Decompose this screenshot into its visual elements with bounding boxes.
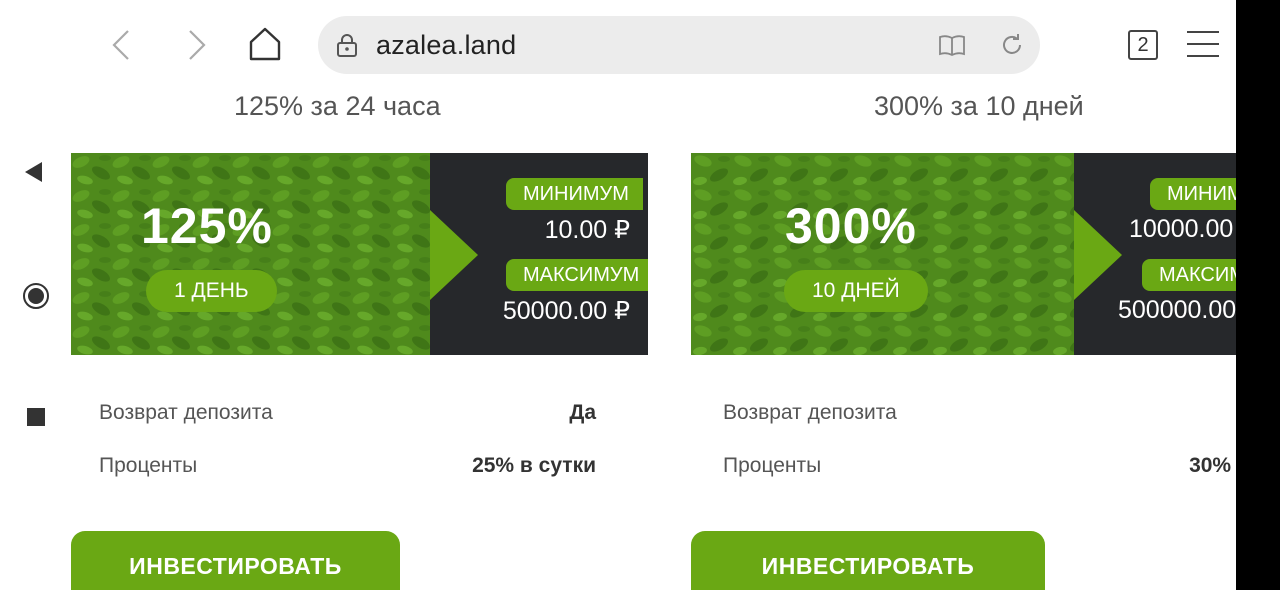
invest-button[interactable]: ИНВЕСТИРОВАТЬ [691, 531, 1045, 590]
back-icon[interactable] [108, 28, 138, 62]
deposit-return-row: Возврат депозита Да [99, 401, 596, 425]
lock-icon [337, 34, 357, 57]
max-value: 500000.00 [1118, 296, 1236, 324]
min-value: 10.00 ₽ [544, 216, 630, 244]
max-label: МАКСИМУМ [506, 259, 648, 291]
browser-toolbar: azalea.land 2 [70, 0, 1236, 88]
interest-value: 25% в сутки [472, 454, 596, 477]
plan-title: 300% за 10 дней [874, 91, 1084, 121]
plan-card: 300% 10 ДНЕЙ МИНИМ 10000.00 МАКСИМ 50000… [691, 133, 1236, 590]
interest-row: Проценты 30% в сутки [719, 454, 1236, 478]
plan-duration-badge: 1 ДЕНЬ [146, 270, 277, 312]
url-text[interactable]: azalea.land [376, 30, 516, 61]
forward-icon[interactable] [180, 28, 210, 62]
plan-banner: 125% 1 ДЕНЬ МИНИМУМ 10.00 ₽ МАКСИМУМ 500… [71, 153, 648, 355]
invest-button[interactable]: ИНВЕСТИРОВАТЬ [71, 531, 400, 590]
system-recents-icon[interactable] [27, 408, 45, 426]
plan-banner: 300% 10 ДНЕЙ МИНИМ 10000.00 МАКСИМ 50000… [691, 153, 1236, 355]
reader-mode-icon[interactable] [938, 34, 966, 56]
interest-value: 30% в сутки [1189, 454, 1236, 477]
system-home-icon[interactable] [23, 283, 49, 309]
deposit-return-row: Возврат депозита Да [719, 401, 1236, 425]
interest-label: Проценты [99, 454, 198, 477]
deposit-return-value: Да [569, 401, 596, 424]
interest-row: Проценты 25% в сутки [99, 454, 596, 478]
page-viewport: 125% за 24 часа 300% за 10 дней 125% 1 Д… [70, 88, 1236, 590]
deposit-return-label: Возврат депозита [99, 401, 273, 424]
min-label: МИНИМ [1150, 178, 1236, 210]
deposit-return-label: Возврат депозита [723, 401, 897, 424]
tabs-icon[interactable]: 2 [1128, 30, 1158, 60]
max-value: 50000.00 ₽ [502, 297, 630, 325]
system-back-icon[interactable] [25, 162, 42, 182]
plan-rate: 300% [785, 198, 917, 254]
arrow-shape [1074, 210, 1122, 300]
arrow-shape [430, 210, 478, 300]
min-value: 10000.00 [1129, 215, 1234, 243]
interest-label: Проценты [723, 454, 822, 477]
menu-icon[interactable] [1187, 31, 1219, 59]
max-label: МАКСИМ [1142, 259, 1236, 291]
system-navigation-bar [0, 0, 70, 590]
plan-duration-badge: 10 ДНЕЙ [784, 270, 928, 312]
reload-icon[interactable] [999, 32, 1025, 58]
min-label: МИНИМУМ [506, 178, 643, 210]
home-icon[interactable] [248, 26, 282, 62]
plan-rate: 125% [141, 198, 273, 254]
plan-card: 125% 1 ДЕНЬ МИНИМУМ 10.00 ₽ МАКСИМУМ 500… [71, 133, 648, 590]
screen-edge [1236, 0, 1280, 590]
address-bar[interactable]: azalea.land [318, 16, 1040, 74]
plan-title: 125% за 24 часа [234, 91, 441, 121]
